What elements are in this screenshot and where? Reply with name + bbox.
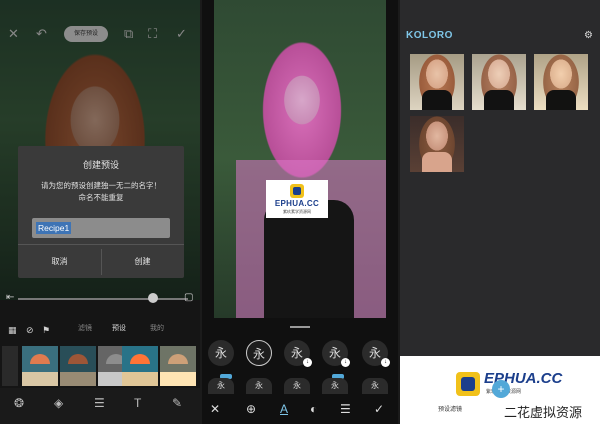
- filter-thumb[interactable]: [122, 346, 158, 386]
- preset-name-input[interactable]: Recipe1: [32, 218, 170, 238]
- download-icon: ↓: [341, 358, 350, 367]
- add-preset-button[interactable]: +: [492, 380, 510, 398]
- watermark: EPHUA.CC 紫玖素学资源网: [266, 180, 328, 218]
- preset-gallery-screen: KOLORO ⚙ EPHUA.CC 紫玖素学资源网 预设滤镜 + 二花虚拟资源: [400, 0, 600, 424]
- align-icon[interactable]: ☰: [340, 402, 351, 416]
- add-icon[interactable]: ⊕: [246, 402, 256, 416]
- watermark-logo-icon: [290, 184, 304, 198]
- grid-icon[interactable]: ▦: [8, 322, 17, 338]
- close-icon[interactable]: ✕: [210, 402, 220, 416]
- preset-thumb[interactable]: [534, 54, 588, 110]
- dialog-title: 创建预设: [82, 160, 119, 170]
- before-after-icon[interactable]: ⇤: [6, 290, 14, 306]
- filter-thumb[interactable]: [22, 346, 58, 386]
- filter-thumb[interactable]: [160, 346, 196, 386]
- preset-filter-label[interactable]: 预设滤镜: [438, 404, 462, 413]
- text-tool-icon[interactable]: T: [134, 396, 141, 410]
- intensity-slider-knob[interactable]: [148, 293, 158, 303]
- watermark-subtext: 紫玖素学资源网: [283, 209, 311, 214]
- tab-filters[interactable]: 滤镜: [78, 323, 92, 333]
- font-option[interactable]: 永: [362, 378, 388, 394]
- layers-icon[interactable]: ◈: [54, 396, 63, 410]
- font-option[interactable]: 永: [208, 378, 234, 394]
- settings-icon[interactable]: ⚙: [584, 30, 593, 41]
- cancel-button[interactable]: 取消: [18, 245, 101, 279]
- bottom-toolbar: ❂ ◈ ☰ T ✎: [0, 388, 200, 424]
- compare-square-icon[interactable]: ▢: [184, 290, 193, 306]
- sheet-drag-handle[interactable]: [290, 326, 310, 328]
- brand-logo-icon: [456, 372, 480, 396]
- font-option[interactable]: 永: [246, 378, 272, 394]
- font-option[interactable]: 永: [208, 340, 234, 366]
- font-glyph: 永: [368, 346, 381, 360]
- dialog-buttons: 取消 创建: [18, 244, 184, 278]
- tab-mine[interactable]: 我的: [150, 323, 164, 333]
- text-toolbar: ✕ ⊕ A ◐ ☰ ✓: [202, 400, 398, 424]
- intensity-slider-track[interactable]: [18, 298, 188, 300]
- font-option[interactable]: 永: [284, 378, 310, 394]
- create-preset-dialog: 创建预设 请为您的预设创建独一无二的名字！ 命名不能重复 Recipe1 取消 …: [18, 146, 184, 278]
- font-option[interactable]: 永 ↓: [362, 340, 390, 367]
- download-icon: ↓: [303, 358, 312, 367]
- app-title: KOLORO: [406, 30, 453, 41]
- tab-presets[interactable]: 预设: [112, 323, 126, 333]
- font-style-icon[interactable]: A: [280, 402, 288, 416]
- font-option[interactable]: 永: [322, 378, 348, 394]
- download-icon: ↓: [381, 358, 390, 367]
- font-glyph: 永: [328, 346, 341, 360]
- create-button[interactable]: 创建: [101, 245, 184, 279]
- font-option[interactable]: 永 ↓: [284, 340, 312, 367]
- confirm-icon[interactable]: ✓: [374, 402, 384, 416]
- adjust-icon[interactable]: ☰: [94, 396, 105, 410]
- add-preset-tile[interactable]: [2, 346, 18, 386]
- bookmark-icon[interactable]: ⚑: [42, 322, 50, 338]
- edit-icon[interactable]: ✎: [172, 396, 182, 410]
- dialog-message-line2: 命名不能重复: [78, 193, 124, 202]
- font-option[interactable]: 永 ↓: [322, 340, 350, 367]
- preset-create-screen: ✕ ↶ 保存预设 ⧉ ⛶ ✓ 创建预设 请为您的预设创建独一无二的名字！ 命名不…: [0, 0, 200, 424]
- font-glyph: 永: [290, 346, 303, 360]
- preset-thumb[interactable]: [410, 54, 464, 110]
- filter-thumbnails: [0, 346, 200, 386]
- font-row-2: 永 永 永 永 永: [202, 378, 398, 396]
- preset-thumb[interactable]: [472, 54, 526, 110]
- watermark-text: EPHUA.CC: [274, 199, 320, 208]
- filter-thumb[interactable]: [60, 346, 96, 386]
- preset-thumb[interactable]: [410, 116, 464, 172]
- photo-preview: [214, 0, 386, 318]
- text-editor-screen: EPHUA.CC 紫玖素学资源网 永 永 永 ↓ 永 ↓ 永 ↓ 永 永 永 永 永 …: [202, 0, 398, 424]
- color-palette-icon[interactable]: ◐: [310, 402, 317, 416]
- credit-watermark: 二花虚拟资源: [504, 405, 583, 420]
- no-filter-icon[interactable]: ⊘: [26, 322, 34, 338]
- dialog-message-line1: 请为您的预设创建独一无二的名字！: [41, 181, 161, 190]
- filter-tabs: ▦ ⊘ ⚑ 滤镜 预设 我的: [0, 320, 200, 338]
- font-option-selected[interactable]: 永: [246, 340, 272, 366]
- dialog-message: 请为您的预设创建独一无二的名字！ 命名不能重复: [26, 180, 176, 204]
- font-row-1: 永 永 永 ↓ 永 ↓ 永 ↓: [202, 340, 398, 368]
- preset-name-value: Recipe1: [36, 222, 72, 234]
- filter-tool-icon[interactable]: ❂: [14, 396, 24, 410]
